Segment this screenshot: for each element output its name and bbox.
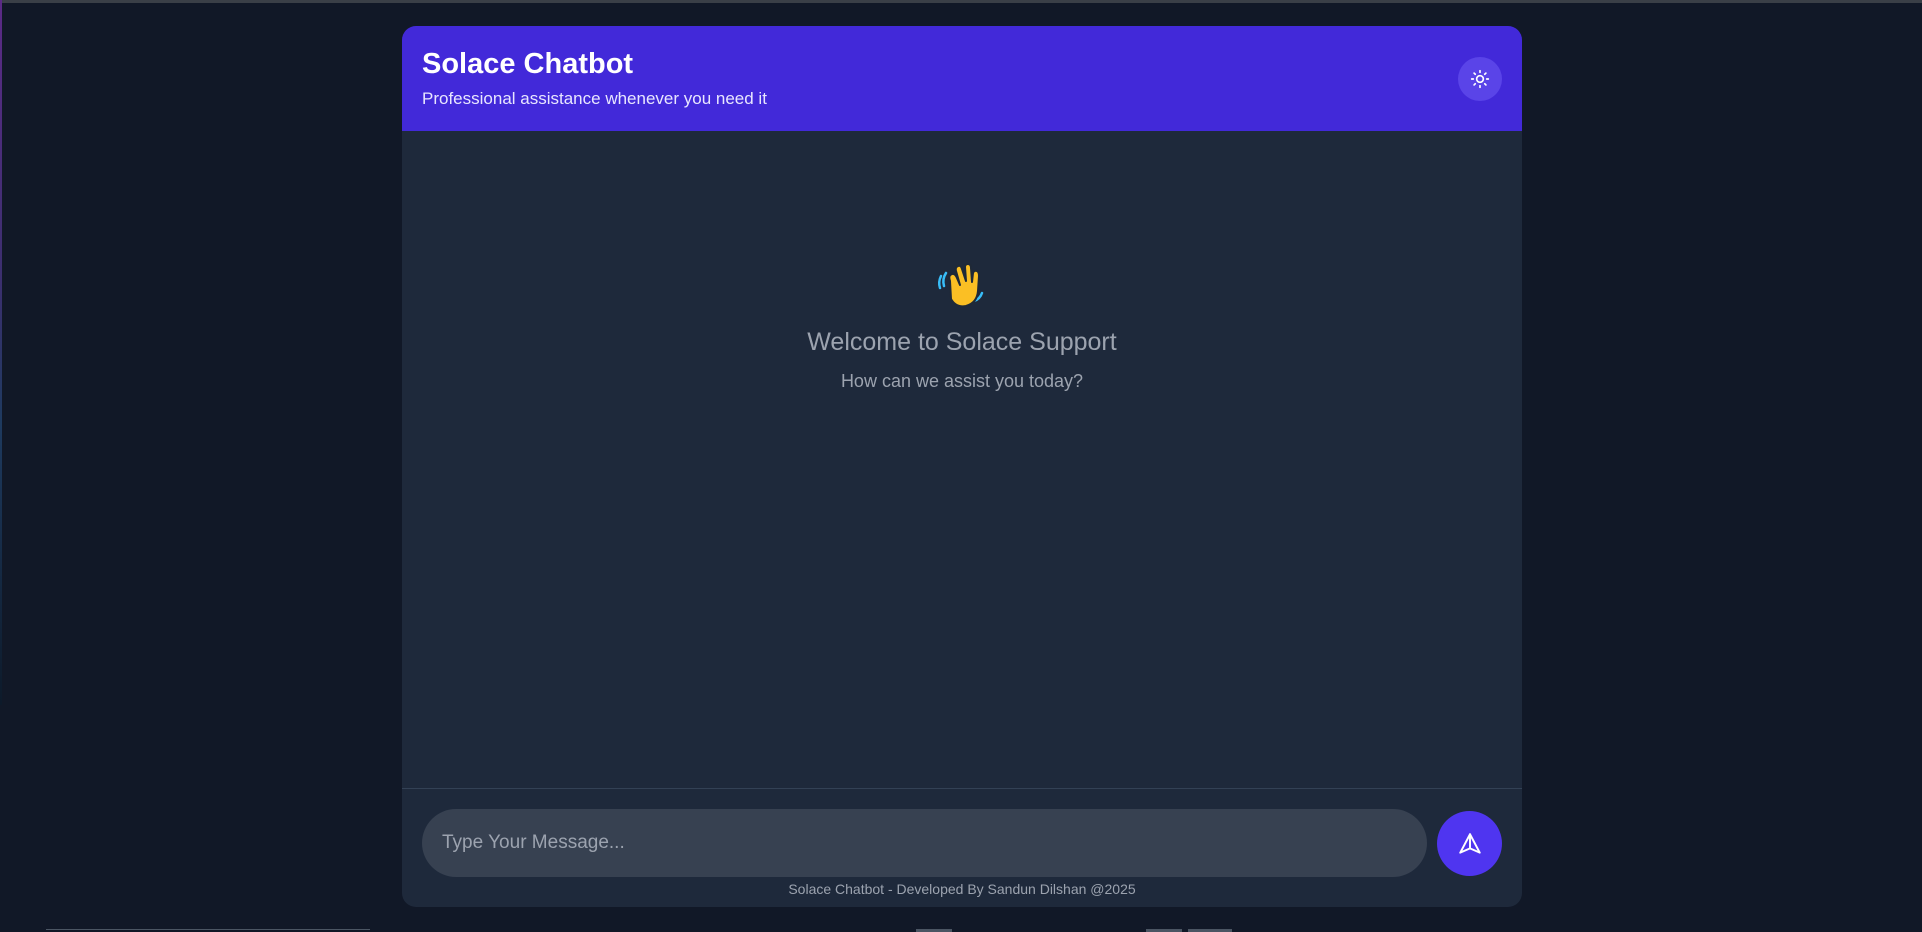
send-icon bbox=[1458, 832, 1481, 854]
window-top-edge bbox=[0, 0, 1922, 3]
welcome-panel: Welcome to Solace Support How can we ass… bbox=[402, 259, 1522, 392]
waving-hand-icon bbox=[937, 263, 984, 308]
sun-icon bbox=[1470, 69, 1490, 89]
footer-credit: Solace Chatbot - Developed By Sandun Dil… bbox=[788, 881, 1136, 897]
chat-subtitle: Professional assistance whenever you nee… bbox=[422, 89, 767, 108]
welcome-subtitle: How can we assist you today? bbox=[840, 371, 1084, 391]
chat-header: Solace Chatbot Professional assistance w… bbox=[402, 26, 1522, 131]
theme-toggle-button[interactable] bbox=[1458, 57, 1502, 101]
chat-window: Solace Chatbot Professional assistance w… bbox=[402, 26, 1522, 907]
page: Solace Chatbot Professional assistance w… bbox=[0, 0, 1922, 932]
welcome-title: Welcome to Solace Support bbox=[807, 328, 1117, 356]
chat-title: Solace Chatbot bbox=[422, 48, 634, 80]
window-left-edge bbox=[0, 0, 2, 705]
taskbar-edge bbox=[46, 929, 370, 930]
message-composer: Solace Chatbot - Developed By Sandun Dil… bbox=[402, 789, 1522, 907]
send-button[interactable] bbox=[1437, 811, 1502, 876]
message-input[interactable] bbox=[422, 809, 1427, 877]
chat-messages-area: Welcome to Solace Support How can we ass… bbox=[402, 131, 1522, 789]
